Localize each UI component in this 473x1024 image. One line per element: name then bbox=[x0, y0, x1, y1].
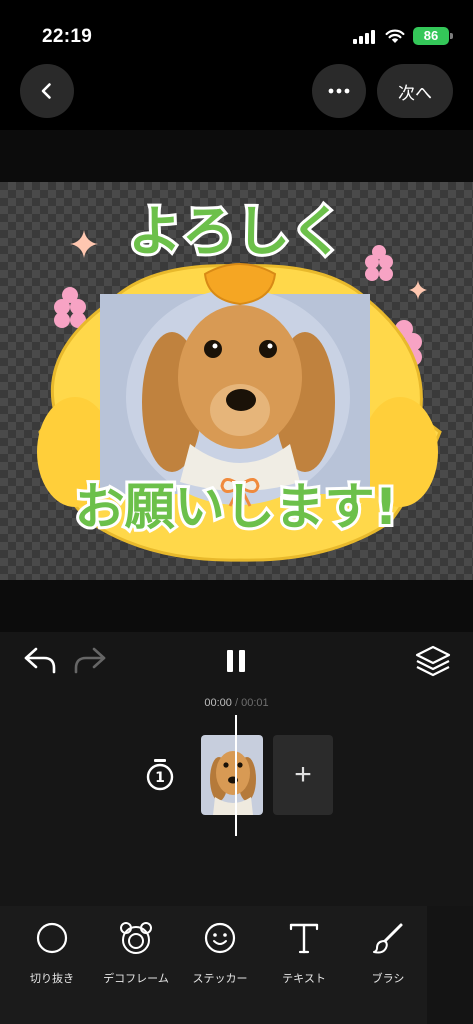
redo-icon[interactable] bbox=[72, 646, 108, 676]
sparkle-icon bbox=[409, 280, 427, 300]
preview-canvas[interactable]: よろしく お願いします! bbox=[0, 182, 473, 580]
duration-timer-icon[interactable]: 1 bbox=[144, 758, 176, 792]
brush-icon bbox=[370, 920, 406, 956]
tool-label: ブラシ bbox=[371, 973, 405, 985]
tool-brush[interactable]: ブラシ bbox=[344, 906, 432, 1006]
wifi-icon bbox=[385, 29, 405, 43]
sparkle-icon bbox=[70, 230, 98, 258]
top-spacer bbox=[0, 130, 473, 182]
playhead[interactable] bbox=[235, 715, 237, 836]
text-t-icon bbox=[286, 920, 322, 956]
sticker-artwork: よろしく お願いします! bbox=[37, 197, 442, 562]
pause-icon[interactable] bbox=[224, 648, 248, 674]
tool-label: ステッカー bbox=[192, 973, 248, 985]
circle-crop-icon bbox=[34, 920, 70, 956]
battery-tip bbox=[450, 33, 453, 39]
back-button[interactable] bbox=[20, 64, 74, 118]
clip-thumbnail bbox=[201, 735, 263, 815]
sticker-top-text: よろしく bbox=[128, 200, 344, 263]
tool-label: テキスト bbox=[282, 973, 326, 985]
sticker-bottom-text: お願いします! bbox=[75, 478, 398, 536]
tool-sticker[interactable]: ステッカー bbox=[176, 906, 264, 1006]
layers-icon[interactable] bbox=[414, 644, 452, 678]
total-time: 00:01 bbox=[241, 697, 269, 709]
dog-nose bbox=[226, 389, 256, 411]
next-button[interactable]: 次へ bbox=[377, 64, 453, 118]
tool-label: デコフレーム bbox=[103, 973, 169, 985]
tool-text[interactable]: テキスト bbox=[260, 906, 348, 1006]
dog-eye-right bbox=[259, 340, 277, 358]
plus-icon: + bbox=[294, 758, 312, 791]
toolbar-overflow-edge bbox=[427, 906, 473, 1024]
timeline-clip[interactable] bbox=[201, 735, 263, 815]
ellipsis-icon bbox=[328, 88, 350, 94]
chevron-left-icon bbox=[41, 83, 51, 99]
current-time: 00:00 bbox=[204, 697, 232, 709]
smiley-icon bbox=[202, 920, 238, 956]
bottom-toolbar: 切り抜き デコフレーム ステッカー テキスト ブラシ bbox=[0, 906, 473, 1024]
battery-indicator: 86 bbox=[413, 27, 449, 45]
duration-badge: 1 bbox=[155, 770, 165, 786]
dog-eye-left bbox=[204, 340, 222, 358]
cellular-signal-icon bbox=[353, 30, 377, 44]
canvas-bottom-spacer bbox=[0, 580, 473, 632]
time-separator: / bbox=[231, 697, 242, 709]
bear-frame-icon bbox=[118, 920, 154, 956]
status-time: 22:19 bbox=[42, 26, 93, 47]
status-bar: 22:19 86 bbox=[0, 0, 473, 56]
flower-icon bbox=[54, 287, 86, 328]
more-options-button[interactable] bbox=[312, 64, 366, 118]
undo-icon[interactable] bbox=[22, 646, 58, 676]
tool-deco-frame[interactable]: デコフレーム bbox=[92, 906, 180, 1006]
flower-icon bbox=[365, 245, 393, 281]
tool-label: 切り抜き bbox=[30, 973, 74, 985]
add-clip-button[interactable]: + bbox=[273, 735, 333, 815]
tool-cutout[interactable]: 切り抜き bbox=[8, 906, 96, 1006]
playback-time: 00:00 / 00:01 bbox=[0, 697, 473, 709]
